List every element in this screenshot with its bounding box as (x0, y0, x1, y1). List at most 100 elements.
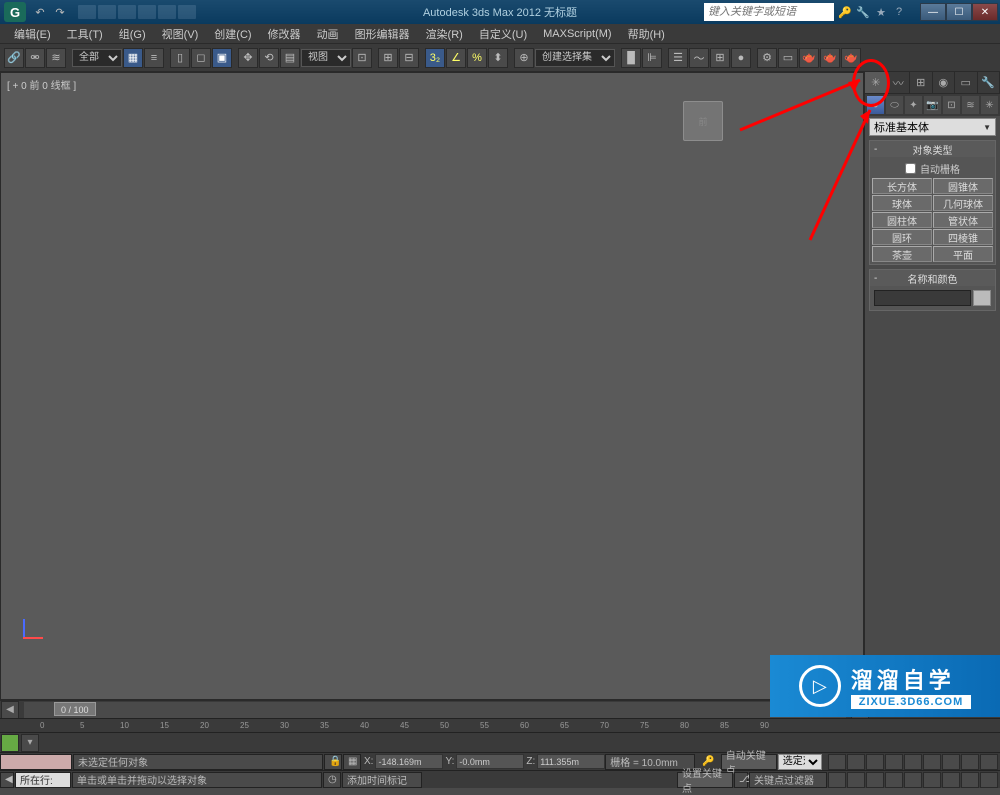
angle-snap-icon[interactable]: ∠ (446, 48, 466, 68)
mirror-icon[interactable]: ▐▌ (621, 48, 641, 68)
bind-icon[interactable]: ≋ (46, 48, 66, 68)
time-ruler[interactable]: 051015202530354045505560657075808590 (0, 718, 1000, 732)
tube-button[interactable]: 管状体 (933, 212, 993, 228)
modify-tab-icon[interactable]: 〰 (888, 72, 911, 93)
helpers-subtab-icon[interactable]: ⊡ (943, 96, 960, 114)
time-config-btn[interactable] (847, 772, 865, 788)
rotate-icon[interactable]: ⟲ (259, 48, 279, 68)
menu-render[interactable]: 渲染(R) (418, 24, 471, 44)
auto-key-button[interactable]: 自动关键点 (721, 754, 777, 770)
object-color-swatch[interactable] (973, 290, 991, 306)
lock-selection-icon[interactable]: 🔒 (324, 754, 342, 770)
fav-icon[interactable]: ★ (874, 6, 888, 19)
teapot-button[interactable]: 茶壶 (872, 246, 932, 262)
left-arrow-icon[interactable]: ◀ (0, 772, 14, 788)
pivot-icon[interactable]: ⊡ (352, 48, 372, 68)
rollout-object-type[interactable]: 对象类型 (870, 141, 995, 157)
next-frame-icon[interactable] (885, 754, 903, 770)
object-name-input[interactable] (874, 290, 971, 306)
menu-modifiers[interactable]: 修改器 (260, 24, 309, 44)
quick-redo-icon[interactable]: ↷ (50, 2, 70, 22)
viewport-label[interactable]: [ + 0 前 0 线框 ] (7, 77, 76, 92)
layers-icon[interactable]: ☰ (668, 48, 688, 68)
selection-filter-dropdown[interactable]: 全部 (72, 49, 122, 67)
script-listener-mini[interactable] (0, 754, 72, 770)
select-region-icon[interactable]: ◻ (191, 48, 211, 68)
render-iter-icon[interactable]: 🫖 (841, 48, 861, 68)
select-icon[interactable]: ▦ (123, 48, 143, 68)
lights-subtab-icon[interactable]: ✦ (905, 96, 922, 114)
recent-doc[interactable] (138, 5, 156, 19)
goto-start-icon[interactable] (828, 754, 846, 770)
percent-snap-icon[interactable]: % (467, 48, 487, 68)
edit-selset-icon[interactable]: ⊕ (514, 48, 534, 68)
nav-zoomall-icon[interactable] (942, 754, 960, 770)
named-selset-dropdown[interactable]: 创建选择集 (535, 49, 615, 67)
menu-customize[interactable]: 自定义(U) (471, 24, 535, 44)
help-icon[interactable]: ? (892, 6, 906, 19)
nav-region-icon[interactable] (980, 754, 998, 770)
nav-extra4-icon[interactable] (980, 772, 998, 788)
select-object-icon[interactable]: ▯ (170, 48, 190, 68)
snap-2d-icon[interactable]: 3₂ (425, 48, 445, 68)
systems-subtab-icon[interactable]: ✳ (981, 96, 998, 114)
close-button[interactable]: ✕ (972, 3, 998, 21)
nav-orbit-icon[interactable] (885, 772, 903, 788)
rendered-frame-icon[interactable]: ▭ (778, 48, 798, 68)
keyboard-icon[interactable]: ⊟ (399, 48, 419, 68)
menu-edit[interactable]: 编辑(E) (6, 24, 59, 44)
recent-doc[interactable] (78, 5, 96, 19)
time-config-icon[interactable]: ◀ (1, 701, 19, 719)
schematic-icon[interactable]: ⊞ (710, 48, 730, 68)
move-icon[interactable]: ✥ (238, 48, 258, 68)
nav-maximize-icon[interactable] (904, 772, 922, 788)
link-icon[interactable]: 🔗 (4, 48, 24, 68)
rollout-name-color[interactable]: 名称和颜色 (870, 270, 995, 286)
spinner-snap-icon[interactable]: ⬍ (488, 48, 508, 68)
key-filter-button[interactable]: 关键点过滤器 (749, 772, 827, 788)
menu-help[interactable]: 帮助(H) (620, 24, 673, 44)
play-icon[interactable] (866, 754, 884, 770)
time-slider-handle[interactable]: 0 / 100 (54, 702, 96, 716)
select-name-icon[interactable]: ≡ (144, 48, 164, 68)
viewcube[interactable]: 前 (683, 101, 723, 141)
curve-editor-icon[interactable]: 〜 (689, 48, 709, 68)
display-tab-icon[interactable]: ▭ (955, 72, 978, 93)
align-icon[interactable]: ⊫ (642, 48, 662, 68)
render-prod-icon[interactable]: 🫖 (820, 48, 840, 68)
time-slider[interactable]: 0 / 100 (24, 702, 846, 718)
app-icon[interactable]: G (4, 2, 26, 22)
menu-group[interactable]: 组(G) (111, 24, 154, 44)
key-target-dropdown[interactable]: 选定对象 (778, 754, 822, 770)
cone-button[interactable]: 圆锥体 (933, 178, 993, 194)
prev-frame-icon[interactable] (847, 754, 865, 770)
create-tab-icon[interactable]: ✳ (865, 72, 888, 93)
spacewarps-subtab-icon[interactable]: ≋ (962, 96, 979, 114)
menu-create[interactable]: 创建(C) (206, 24, 259, 44)
help-search-input[interactable] (704, 3, 834, 21)
isolate-icon[interactable]: ▦ (343, 754, 361, 770)
sphere-button[interactable]: 球体 (872, 195, 932, 211)
manipulate-icon[interactable]: ⊞ (378, 48, 398, 68)
mini-curve-icon[interactable] (1, 734, 19, 752)
minimize-button[interactable]: — (920, 3, 946, 21)
scale-icon[interactable]: ▤ (280, 48, 300, 68)
nav-fov-icon[interactable] (961, 754, 979, 770)
window-crossing-icon[interactable]: ▣ (212, 48, 232, 68)
menu-animation[interactable]: 动画 (309, 24, 347, 44)
track-filter-icon[interactable]: ▾ (21, 734, 39, 752)
coord-system-dropdown[interactable]: 视图 (301, 49, 351, 67)
recent-doc[interactable] (158, 5, 176, 19)
viewport[interactable]: [ + 0 前 0 线框 ] 前 (0, 72, 864, 700)
nav-extra2-icon[interactable] (942, 772, 960, 788)
menu-graph[interactable]: 图形编辑器 (347, 24, 418, 44)
menu-tools[interactable]: 工具(T) (59, 24, 111, 44)
render-setup-icon[interactable]: ⚙ (757, 48, 777, 68)
geometry-subtab-icon[interactable]: ● (867, 96, 884, 114)
auto-grid-checkbox[interactable] (905, 163, 916, 174)
cylinder-button[interactable]: 圆柱体 (872, 212, 932, 228)
nav-extra3-icon[interactable] (961, 772, 979, 788)
geosphere-button[interactable]: 几何球体 (933, 195, 993, 211)
time-input[interactable] (828, 772, 846, 788)
recent-doc[interactable] (118, 5, 136, 19)
